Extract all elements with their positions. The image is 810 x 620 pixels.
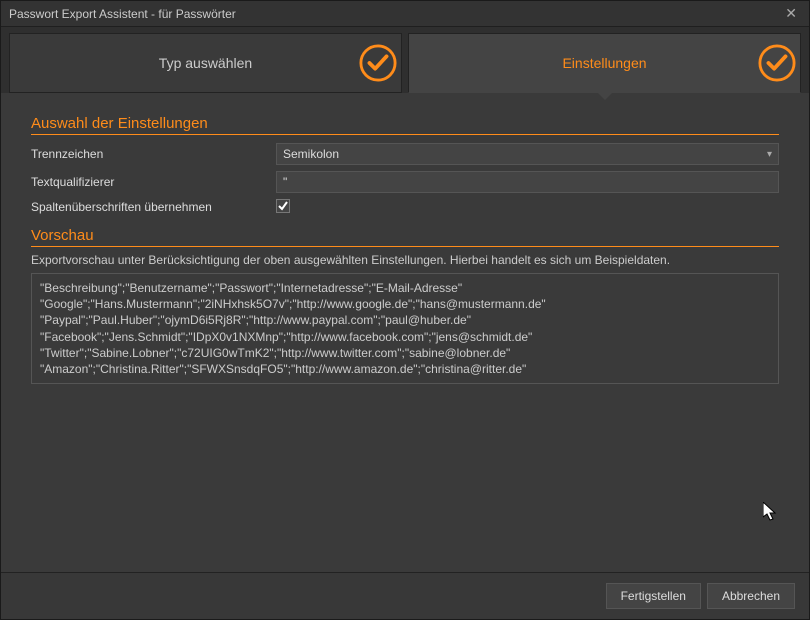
- checkmark-icon: [758, 44, 796, 82]
- separator-value: Semikolon: [283, 147, 339, 161]
- close-icon[interactable]: ✕: [781, 5, 801, 22]
- qualifier-label: Textqualifizierer: [31, 175, 276, 189]
- export-wizard-window: Passwort Export Assistent - für Passwört…: [0, 0, 810, 620]
- qualifier-row: Textqualifizierer ": [31, 171, 779, 193]
- tab-type-select[interactable]: Typ auswählen: [9, 33, 402, 93]
- tab-settings[interactable]: Einstellungen: [408, 33, 801, 93]
- active-tab-arrow-icon: [597, 92, 613, 100]
- headers-checkbox[interactable]: [276, 199, 290, 213]
- footer: Fertigstellen Abbrechen: [1, 572, 809, 619]
- preview-description: Exportvorschau unter Berücksichtigung de…: [31, 253, 779, 267]
- tab-type-select-label: Typ auswählen: [159, 55, 252, 71]
- window-title: Passwort Export Assistent - für Passwört…: [9, 7, 236, 21]
- preview-line: "Amazon";"Christina.Ritter";"SFWXSnsdqFO…: [40, 361, 770, 377]
- tab-settings-label: Einstellungen: [562, 55, 646, 71]
- qualifier-value: ": [283, 175, 287, 189]
- preview-section-title: Vorschau: [31, 227, 779, 247]
- preview-line: "Facebook";"Jens.Schmidt";"IDpX0v1NXMnp"…: [40, 329, 770, 345]
- cancel-button[interactable]: Abbrechen: [707, 583, 795, 609]
- chevron-down-icon: ▾: [767, 149, 772, 160]
- headers-row: Spaltenüberschriften übernehmen: [31, 199, 779, 215]
- separator-row: Trennzeichen Semikolon ▾: [31, 143, 779, 165]
- content-area: Auswahl der Einstellungen Trennzeichen S…: [1, 93, 809, 572]
- qualifier-input[interactable]: ": [276, 171, 779, 193]
- separator-label: Trennzeichen: [31, 147, 276, 161]
- preview-line: "Beschreibung";"Benutzername";"Passwort"…: [40, 280, 770, 296]
- settings-section-title: Auswahl der Einstellungen: [31, 115, 779, 135]
- separator-dropdown[interactable]: Semikolon ▾: [276, 143, 779, 165]
- finish-button[interactable]: Fertigstellen: [606, 583, 701, 609]
- headers-label: Spaltenüberschriften übernehmen: [31, 200, 276, 214]
- wizard-tabs: Typ auswählen Einstellungen: [1, 27, 809, 93]
- preview-box: "Beschreibung";"Benutzername";"Passwort"…: [31, 273, 779, 384]
- preview-line: "Paypal";"Paul.Huber";"ojymD6i5Rj8R";"ht…: [40, 312, 770, 328]
- checkmark-icon: [359, 44, 397, 82]
- preview-line: "Google";"Hans.Mustermann";"2iNHxhsk5O7v…: [40, 296, 770, 312]
- preview-line: "Twitter";"Sabine.Lobner";"c72UIG0wTmK2"…: [40, 345, 770, 361]
- titlebar: Passwort Export Assistent - für Passwört…: [1, 1, 809, 27]
